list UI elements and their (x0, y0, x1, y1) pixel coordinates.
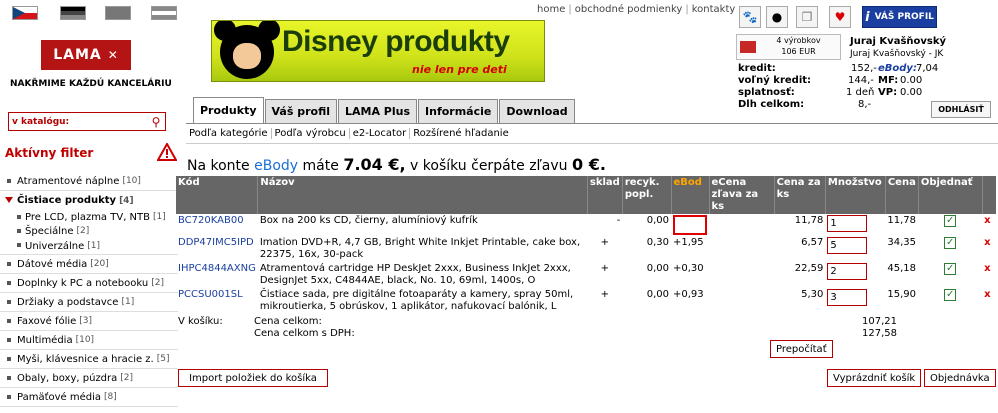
flag-uk-icon[interactable] (105, 6, 131, 20)
total-value: 107,21 (862, 316, 897, 327)
cart-summary[interactable]: 4 výrobkov 106 EUR (736, 34, 841, 60)
tab-products[interactable]: Produkty (193, 97, 264, 123)
subcategory-item[interactable]: Pre LCD, plazma TV, NTB [1] (0, 210, 178, 224)
tab-lama-plus[interactable]: LAMA Plus (338, 99, 418, 123)
banner-title: Disney produkty (282, 25, 510, 58)
tab-info[interactable]: Informácie (418, 99, 499, 123)
link-contacts[interactable]: kontakty (692, 4, 736, 15)
category-item-active[interactable]: Čistiace produkty [4] (0, 191, 178, 210)
order-checkbox[interactable]: ✓ (944, 263, 957, 275)
quantity-input[interactable]: 5 (827, 237, 868, 254)
user-company: Juraj Kvašňovský - JK (850, 49, 944, 59)
search-icon[interactable]: ⚲ (147, 115, 165, 129)
table-row: DDP47IMC5IPD Imation DVD+R, 4,7 GB, Brig… (176, 236, 996, 262)
catalog-search[interactable]: v katalógu: ⚲ (8, 112, 166, 131)
cart-label: V košíku: (178, 316, 223, 327)
active-filter-heading: Aktívny filter (5, 146, 94, 160)
tab-download[interactable]: Download (499, 99, 575, 123)
tab-profile[interactable]: Váš profil (264, 99, 337, 123)
delete-icon[interactable]: x (982, 288, 996, 314)
table-header: Kód Názov sklad recyk. popl. eBod eCena … (176, 176, 996, 214)
quantity-input[interactable]: 1 (827, 215, 868, 232)
order-checkbox[interactable]: ✓ (944, 215, 957, 227)
table-row: BC720KAB00 Box na 200 ks CD, čierny, alu… (176, 214, 996, 236)
paw-icon[interactable]: 🐾 (739, 6, 761, 28)
lama-logo[interactable]: LAMA ✕ (41, 40, 131, 70)
subcategory-item[interactable]: Špeciálne [2] (0, 224, 178, 238)
category-item[interactable]: Držiaky a podstavce [1] (0, 293, 178, 312)
table-row: PCCSU001SL Čistiace sada, pre digitálne … (176, 288, 996, 314)
sub-navigation: Podľa kategórie Podľa výrobcu e2-Locator… (186, 123, 998, 144)
quantity-input[interactable]: 3 (827, 289, 868, 306)
subnav-e2-locator[interactable]: e2-Locator (350, 128, 411, 139)
delete-icon[interactable]: x (982, 262, 996, 288)
account-row: Dlh celkom: 8,- (738, 99, 872, 110)
total-label: Cena celkom: (254, 316, 322, 327)
warning-icon (157, 143, 177, 161)
empty-cart-button[interactable]: Vyprázdniť košík (827, 369, 922, 387)
order-checkbox[interactable]: ✓ (944, 237, 957, 249)
cart-table: Kód Názov sklad recyk. popl. eBod eCena … (176, 176, 996, 314)
expand-icon (5, 197, 13, 203)
link-terms[interactable]: obchodné podmienky (575, 4, 683, 15)
category-sidebar: Atramentové náplne [10] Čistiace produkty… (0, 172, 178, 407)
logout-button[interactable]: ODHLÁSIŤ (931, 101, 991, 118)
recalculate-button[interactable]: Prepočítať (770, 340, 833, 358)
subnav-by-category[interactable]: Podľa kategórie (186, 128, 272, 139)
account-row: kredit: 152,- eBody: 7,04 (738, 63, 939, 74)
category-item[interactable]: Myši, klávesnice a hracie z. [5] (0, 350, 178, 369)
top-links: home | obchodné podmienky | kontakty (537, 4, 736, 15)
order-checkbox[interactable]: ✓ (944, 289, 957, 301)
main-tabs: Produkty Váš profil LAMA Plus Informácie… (193, 97, 576, 123)
category-item[interactable]: Atramentové náplne [10] (0, 172, 178, 191)
subcategory-item[interactable]: Univerzálne [1] (0, 238, 178, 255)
subnav-by-manufacturer[interactable]: Podľa výrobcu (272, 128, 350, 139)
banner-subtitle: nie len pre deti (412, 63, 507, 76)
profile-button[interactable]: i VÁŠ PROFIL (862, 6, 937, 28)
category-item[interactable]: Dátové média [20] (0, 255, 178, 274)
account-row: splatnosť: 1 deň VP: 0.00 (738, 87, 923, 98)
category-item[interactable]: Doplnky k PC a notebooku [2] (0, 274, 178, 293)
flag-germany-icon[interactable] (60, 6, 86, 20)
delete-icon[interactable]: x (982, 214, 996, 236)
category-item[interactable]: Obaly, boxy, púzdra [2] (0, 369, 178, 388)
delete-icon[interactable]: x (982, 236, 996, 262)
order-button[interactable]: Objednávka (924, 369, 996, 387)
subnav-advanced-search[interactable]: Rozšírené hľadanie (410, 128, 512, 139)
table-row: IHPC4844AXNG Atramentová cartridge HP De… (176, 262, 996, 288)
ebod-field[interactable] (673, 215, 707, 235)
import-items-button[interactable]: Import položiek do košíka (178, 369, 328, 387)
quantity-input[interactable]: 2 (827, 263, 868, 280)
ebody-balance: Na konte eBody máte 7.04 €, v košíku čer… (187, 155, 606, 174)
copy-icon[interactable]: ❐ (796, 6, 818, 28)
bomb-icon[interactable]: ● (766, 6, 788, 28)
disney-banner[interactable]: Disney produkty nie len pre deti (211, 20, 545, 82)
category-item[interactable]: Multimédia [10] (0, 331, 178, 350)
heart-icon[interactable]: ♥ (829, 6, 851, 28)
search-input[interactable]: v katalógu: (9, 117, 147, 127)
account-info: kredit: 152,- eBody: 7,04 voľný kredit: 144,… (738, 63, 939, 111)
account-row: voľný kredit: 144,- MF: 0.00 (738, 75, 923, 86)
mickey-icon (214, 21, 280, 79)
tagline: NAKŘMIME KAŽDÚ KANCELÁRIU (10, 79, 172, 89)
flag-austria-icon[interactable] (151, 6, 177, 20)
user-name: Juraj Kvašňovský (850, 36, 947, 47)
flag-czech-icon[interactable] (12, 6, 38, 20)
category-item[interactable]: Faxové fólie [3] (0, 312, 178, 331)
link-home[interactable]: home (537, 4, 565, 15)
total-vat-value: 127,58 (862, 328, 897, 339)
total-vat-label: Cena celkom s DPH: (254, 328, 355, 339)
cart-icon (740, 41, 756, 53)
category-item[interactable]: Pamäťové média [8] (0, 388, 178, 407)
